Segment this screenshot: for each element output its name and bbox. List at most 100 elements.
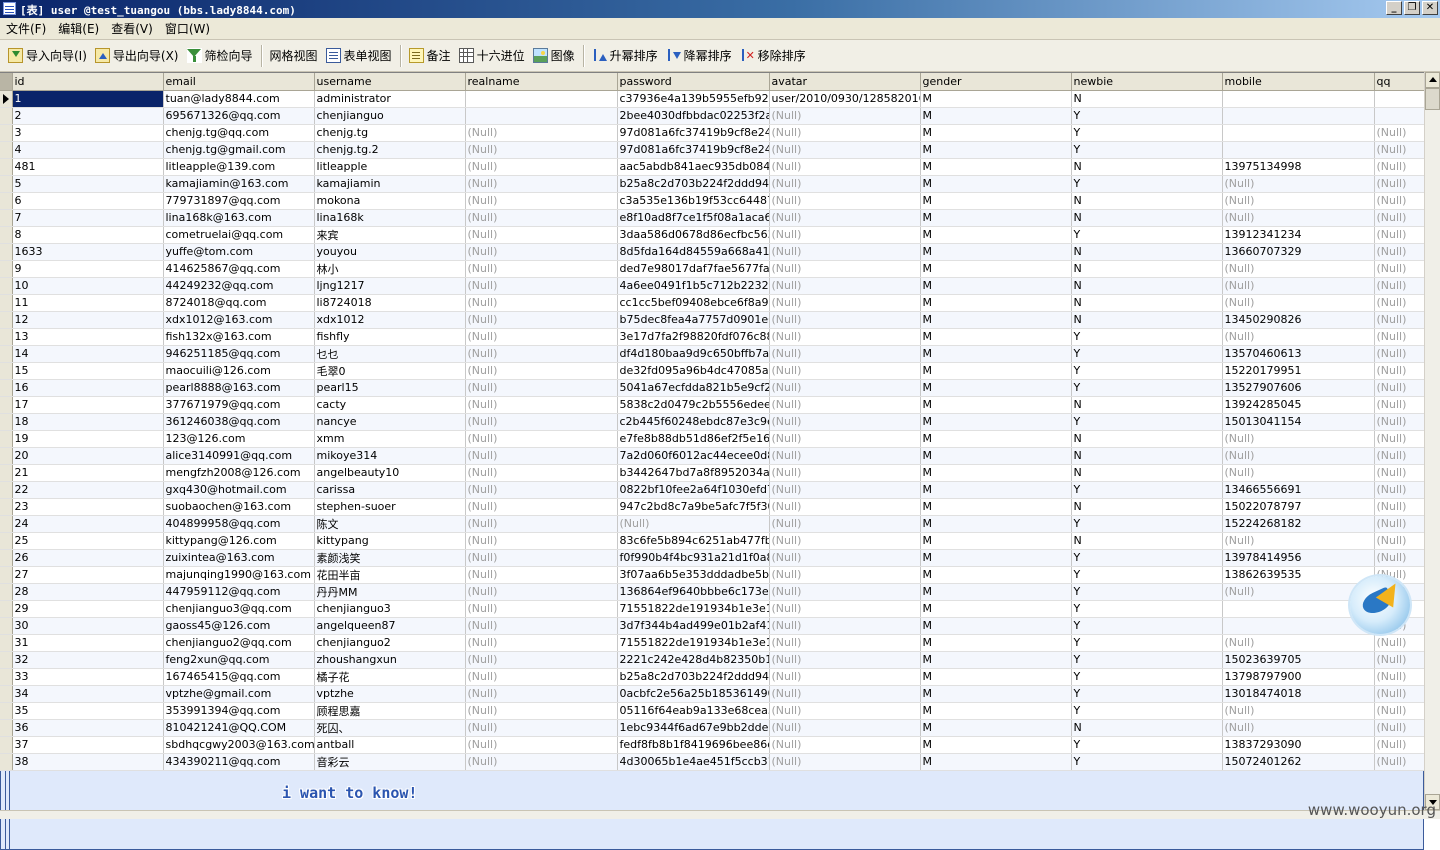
cell-avatar[interactable]: (Null) bbox=[769, 328, 921, 346]
cell-id[interactable]: 34 bbox=[12, 685, 164, 703]
table-row[interactable]: 31 chenjianguo2@qq.com chenjianguo2 (Null) 7… bbox=[0, 634, 1424, 652]
cell-id[interactable]: 13 bbox=[12, 328, 164, 346]
row-indicator[interactable] bbox=[0, 209, 13, 227]
cell-gender[interactable]: M bbox=[920, 481, 1072, 499]
cell-mobile[interactable]: (Null) bbox=[1222, 294, 1375, 312]
cell-avatar[interactable]: (Null) bbox=[769, 379, 921, 397]
image-button[interactable]: 图像 bbox=[529, 44, 579, 68]
table-row[interactable]: 3 chenjg.tg@qq.com chenjg.tg (Null) 97d081a6… bbox=[0, 124, 1424, 142]
cell-avatar[interactable]: (Null) bbox=[769, 243, 921, 261]
cell-password[interactable]: 71551822de191934b1e3e1533 bbox=[617, 600, 770, 618]
cell-password[interactable]: 83c6fe5b894c6251ab477fb435 bbox=[617, 532, 770, 550]
cell-email[interactable]: kittypang@126.com bbox=[163, 532, 315, 550]
cell-gender[interactable]: M bbox=[920, 209, 1072, 227]
cell-username[interactable]: stephen-suoer bbox=[314, 498, 466, 516]
scroll-up-button[interactable] bbox=[1425, 72, 1440, 88]
cell-newbie[interactable]: Y bbox=[1071, 702, 1223, 720]
cell-mobile[interactable]: (Null) bbox=[1222, 447, 1375, 465]
cell-mobile[interactable]: 13527907606 bbox=[1222, 379, 1375, 397]
cell-realname[interactable]: (Null) bbox=[465, 447, 618, 465]
cell-qq[interactable]: (Null) bbox=[1374, 736, 1424, 754]
cell-realname[interactable]: (Null) bbox=[465, 141, 618, 159]
cell-mobile[interactable]: (Null) bbox=[1222, 175, 1375, 193]
cell-realname[interactable]: (Null) bbox=[465, 668, 618, 686]
cell-username[interactable]: li8724018 bbox=[314, 294, 466, 312]
cell-password[interactable]: e7fe8b88db51d86ef2f5e16914 bbox=[617, 430, 770, 448]
cell-newbie[interactable]: N bbox=[1071, 209, 1223, 227]
cell-realname[interactable] bbox=[465, 107, 618, 125]
table-row[interactable]: 30 gaoss45@126.com angelqueen87 (Null) 3d7f3… bbox=[0, 617, 1424, 635]
cell-realname[interactable]: (Null) bbox=[465, 311, 618, 329]
cell-gender[interactable]: M bbox=[920, 651, 1072, 669]
column-header-username[interactable]: username bbox=[314, 73, 466, 91]
cell-username[interactable]: carissa bbox=[314, 481, 466, 499]
cell-mobile[interactable]: 13798797900 bbox=[1222, 668, 1375, 686]
cell-avatar[interactable]: (Null) bbox=[769, 532, 921, 550]
cell-qq[interactable]: (Null) bbox=[1374, 753, 1424, 771]
cell-avatar[interactable]: (Null) bbox=[769, 498, 921, 516]
cell-realname[interactable]: (Null) bbox=[465, 634, 618, 652]
row-indicator[interactable] bbox=[0, 464, 13, 482]
cell-avatar[interactable]: (Null) bbox=[769, 600, 921, 618]
cell-mobile[interactable]: (Null) bbox=[1222, 634, 1375, 652]
cell-id[interactable]: 28 bbox=[12, 583, 164, 601]
cell-newbie[interactable]: Y bbox=[1071, 107, 1223, 125]
cell-password[interactable]: 3d7f344b4ad499e01b2af41c7 bbox=[617, 617, 770, 635]
cell-newbie[interactable]: Y bbox=[1071, 583, 1223, 601]
cell-username[interactable]: lina168k bbox=[314, 209, 466, 227]
cell-email[interactable]: gxq430@hotmail.com bbox=[163, 481, 315, 499]
cell-qq[interactable]: (Null) bbox=[1374, 209, 1424, 227]
row-indicator[interactable] bbox=[0, 651, 13, 669]
cell-gender[interactable]: M bbox=[920, 447, 1072, 465]
table-row[interactable]: 20 alice3140991@qq.com mikoye314 (Null) 7a2d… bbox=[0, 447, 1424, 465]
remove-sort-button[interactable]: 移除排序 bbox=[736, 44, 810, 68]
cell-password[interactable]: 3e17d7fa2f98820fdf076c880f3 bbox=[617, 328, 770, 346]
cell-avatar[interactable]: (Null) bbox=[769, 566, 921, 584]
cell-newbie[interactable]: Y bbox=[1071, 600, 1223, 618]
row-indicator[interactable] bbox=[0, 447, 13, 465]
row-indicator[interactable] bbox=[0, 396, 13, 414]
cell-avatar[interactable]: (Null) bbox=[769, 515, 921, 533]
cell-newbie[interactable]: Y bbox=[1071, 481, 1223, 499]
cell-email[interactable]: suobaochen@163.com bbox=[163, 498, 315, 516]
cell-email[interactable]: gaoss45@126.com bbox=[163, 617, 315, 635]
cell-id[interactable]: 1633 bbox=[12, 243, 164, 261]
cell-email[interactable]: chenjg.tg@qq.com bbox=[163, 124, 315, 142]
table-row[interactable]: 25 kittypang@126.com kittypang (Null) 83c6fe… bbox=[0, 532, 1424, 550]
cell-avatar[interactable]: (Null) bbox=[769, 617, 921, 635]
cell-mobile[interactable]: (Null) bbox=[1222, 430, 1375, 448]
cell-realname[interactable]: (Null) bbox=[465, 549, 618, 567]
row-indicator[interactable] bbox=[0, 583, 13, 601]
cell-password[interactable]: b25a8c2d703b224f2ddd94ee25 bbox=[617, 668, 770, 686]
cell-qq[interactable]: (Null) bbox=[1374, 311, 1424, 329]
cell-realname[interactable]: (Null) bbox=[465, 515, 618, 533]
cell-password[interactable]: f0f990b4f4bc931a21d1f0a83d bbox=[617, 549, 770, 567]
cell-mobile[interactable]: 13975134998 bbox=[1222, 158, 1375, 176]
table-row[interactable]: 34 vptzhe@gmail.com vptzhe (Null) 0acbfc2e56… bbox=[0, 685, 1424, 703]
cell-newbie[interactable]: Y bbox=[1071, 413, 1223, 431]
cell-username[interactable]: kamajiamin bbox=[314, 175, 466, 193]
cell-username[interactable]: cacty bbox=[314, 396, 466, 414]
cell-avatar[interactable]: (Null) bbox=[769, 226, 921, 244]
cell-password[interactable]: 7a2d060f6012ac44ecee0d881 bbox=[617, 447, 770, 465]
cell-qq[interactable]: (Null) bbox=[1374, 430, 1424, 448]
row-indicator[interactable] bbox=[0, 481, 13, 499]
cell-password[interactable]: 3f07aa6b5e353dddadbe5b04b bbox=[617, 566, 770, 584]
cell-email[interactable]: 353991394@qq.com bbox=[163, 702, 315, 720]
cell-newbie[interactable]: N bbox=[1071, 498, 1223, 516]
table-row[interactable]: 8 cometruelai@qq.com 来宾 (Null) 3daa586d0678d… bbox=[0, 226, 1424, 244]
cell-gender[interactable]: M bbox=[920, 107, 1072, 125]
cell-realname[interactable]: (Null) bbox=[465, 243, 618, 261]
table-row[interactable]: 18 361246038@qq.com nancye (Null) c2b445f602… bbox=[0, 413, 1424, 431]
cell-email[interactable]: chenjianguo2@qq.com bbox=[163, 634, 315, 652]
cell-id[interactable]: 19 bbox=[12, 430, 164, 448]
cell-realname[interactable]: (Null) bbox=[465, 226, 618, 244]
table-row[interactable]: 17 377671979@qq.com cacty (Null) 5838c2d0479… bbox=[0, 396, 1424, 414]
cell-password[interactable]: 947c2bd8c7a9be5afc7f5f3093 bbox=[617, 498, 770, 516]
row-indicator[interactable] bbox=[0, 736, 13, 754]
cell-email[interactable]: feng2xun@qq.com bbox=[163, 651, 315, 669]
close-button[interactable]: ✕ bbox=[1422, 1, 1438, 15]
cell-realname[interactable]: (Null) bbox=[465, 192, 618, 210]
cell-qq[interactable]: (Null) bbox=[1374, 719, 1424, 737]
cell-username[interactable]: 死囚、 bbox=[314, 719, 466, 737]
